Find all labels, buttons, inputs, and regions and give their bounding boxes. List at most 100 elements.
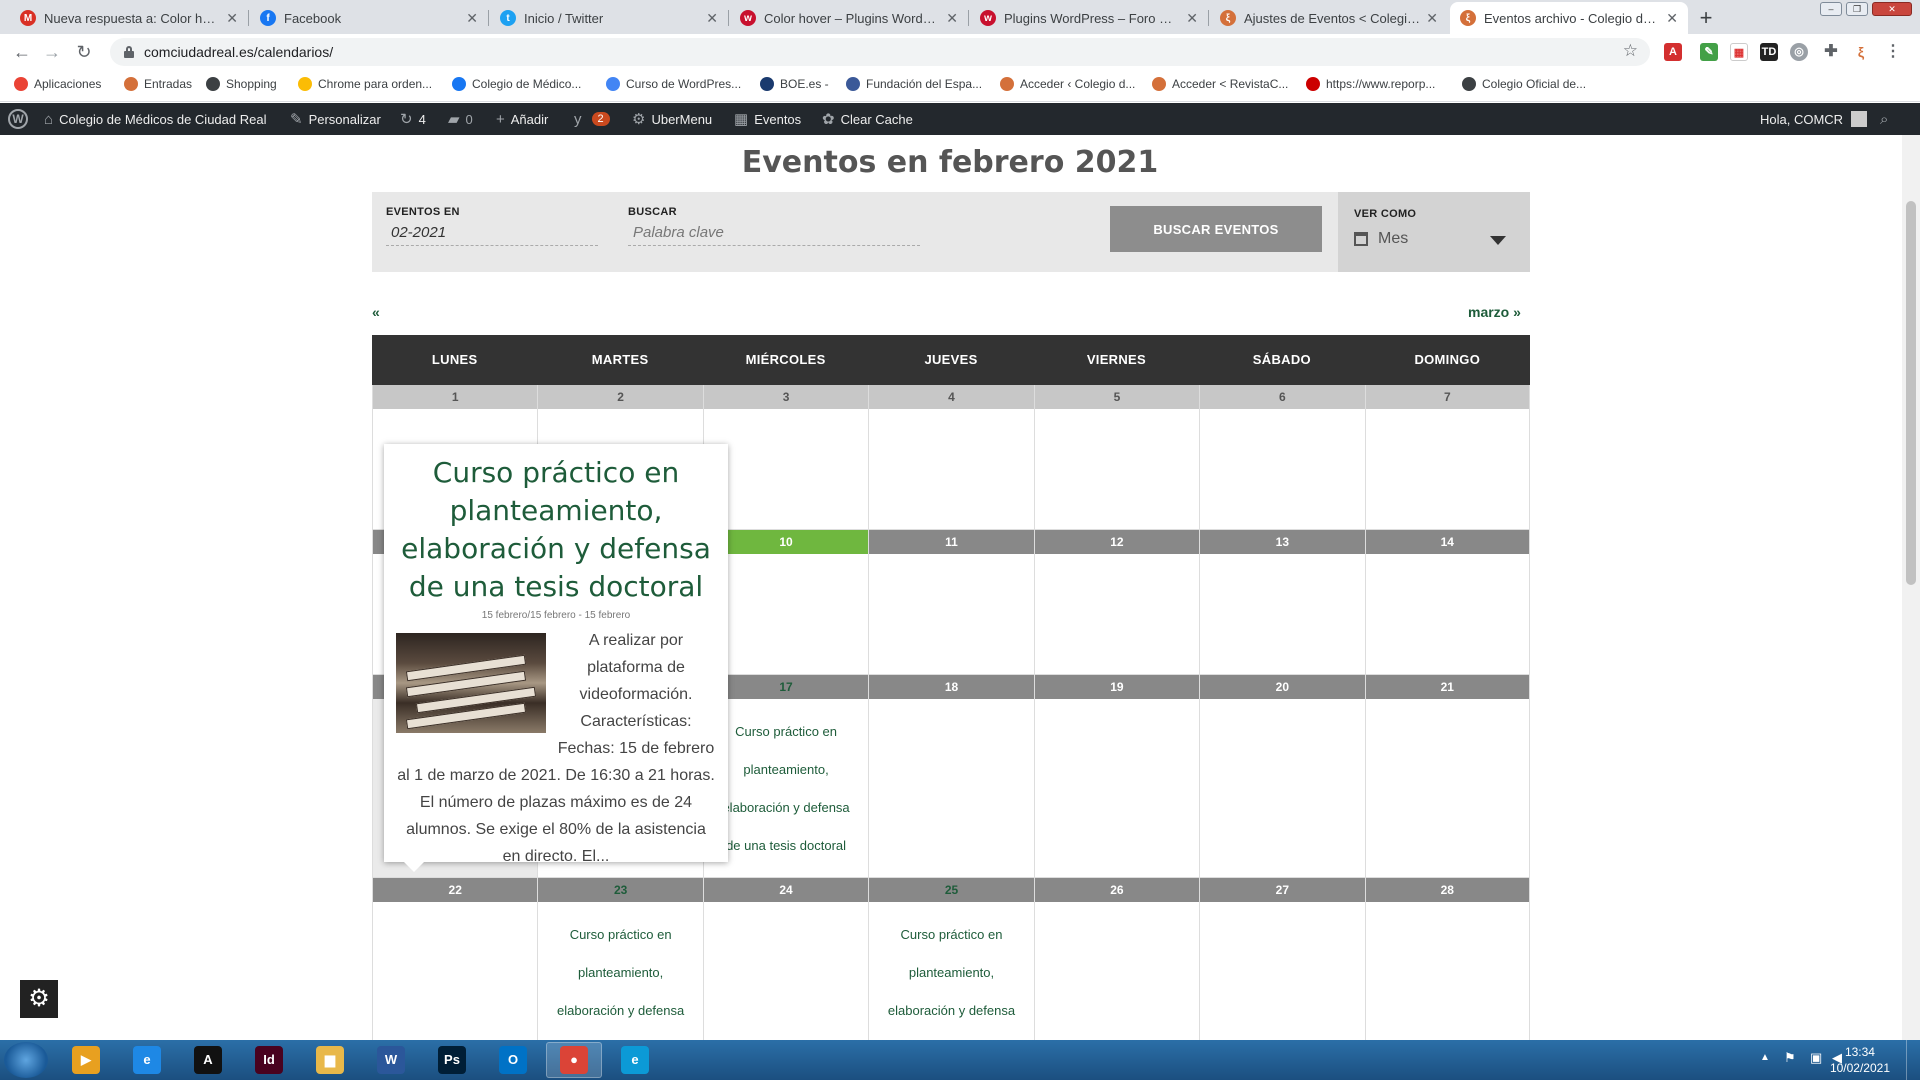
calendar-day[interactable]: 21 xyxy=(1364,675,1530,878)
browser-tab[interactable]: M Nueva respuesta a: Color hover - ✕ xyxy=(10,2,248,34)
flag-icon[interactable]: ⚑ xyxy=(1784,1050,1796,1066)
taskbar-app[interactable]: Ps xyxy=(424,1042,480,1078)
profile-extension-icon[interactable]: ξ xyxy=(1852,43,1870,61)
acrobat-extension-icon[interactable]: A xyxy=(1664,43,1682,61)
close-tab-icon[interactable]: ✕ xyxy=(226,10,238,27)
calendar-day[interactable]: 12 xyxy=(1033,530,1200,675)
wp-menu[interactable]: W xyxy=(8,103,28,135)
bookmark-item[interactable]: https://www.reporp... xyxy=(1306,77,1435,91)
bookmark-item[interactable]: Chrome para orden... xyxy=(298,77,432,91)
scroll-thumb[interactable] xyxy=(1906,201,1916,585)
taskbar-app[interactable]: e xyxy=(119,1042,175,1078)
event-link[interactable]: Curso práctico en planteamiento, elabora… xyxy=(704,699,868,879)
bookmark-item[interactable]: Acceder < RevistaC... xyxy=(1152,77,1288,91)
pen-extension-icon[interactable]: ✎ xyxy=(1700,43,1718,61)
wp-comments[interactable]: ▰ 0 xyxy=(448,103,473,135)
keyword-search-input[interactable] xyxy=(628,220,920,246)
calendar-day[interactable]: 24 xyxy=(702,878,869,1040)
event-link[interactable]: Curso práctico en planteamiento, elabora… xyxy=(869,902,1033,1040)
calendar-day[interactable]: 4 xyxy=(868,385,1034,530)
calendar-day[interactable]: 23 Curso práctico en planteamiento, elabo… xyxy=(537,878,703,1040)
network-icon[interactable]: ▣ xyxy=(1810,1050,1822,1066)
wp-yoast[interactable]: y2 xyxy=(574,103,610,135)
browser-tab[interactable]: w Plugins WordPress – Foro Weber ✕ xyxy=(970,2,1208,34)
new-tab-button[interactable]: + xyxy=(1692,4,1720,32)
calendar-day[interactable]: 5 xyxy=(1033,385,1200,530)
taskbar-app[interactable]: W xyxy=(363,1042,419,1078)
bookmark-item[interactable]: Curso de WordPres... xyxy=(606,77,741,91)
calendar-day[interactable]: 18 xyxy=(868,675,1034,878)
calendar-day[interactable]: 7 xyxy=(1364,385,1530,530)
taskbar-app[interactable]: A xyxy=(180,1042,236,1078)
taskbar-app[interactable]: ▶ xyxy=(58,1042,114,1078)
circle-extension-icon[interactable]: ◎ xyxy=(1790,43,1808,61)
calendar-day[interactable]: 25 Curso práctico en planteamiento, elabo… xyxy=(868,878,1034,1040)
wp-account[interactable]: Hola, COMCR xyxy=(1760,103,1868,135)
close-window-button[interactable]: ✕ xyxy=(1872,2,1912,16)
search-events-button[interactable]: BUSCAR EVENTOS xyxy=(1110,206,1322,252)
calendar-day[interactable]: 27 xyxy=(1199,878,1365,1040)
menu-dots-icon[interactable]: ⋮ xyxy=(1884,43,1902,61)
close-tab-icon[interactable]: ✕ xyxy=(466,10,478,27)
wp-customize[interactable]: ✎ Personalizar xyxy=(290,103,381,135)
wp-clear-cache[interactable]: ✿ Clear Cache xyxy=(822,103,913,135)
bookmark-item[interactable]: Colegio de Médico... xyxy=(452,77,581,91)
wp-search[interactable]: ⌕ xyxy=(1880,103,1894,135)
bookmark-star-icon[interactable]: ☆ xyxy=(1623,41,1638,61)
calendar-day[interactable]: 19 xyxy=(1033,675,1200,878)
next-month-link[interactable]: marzo » xyxy=(1468,304,1521,320)
bookmark-item[interactable]: Entradas xyxy=(124,77,192,91)
calendar-day[interactable]: 20 xyxy=(1199,675,1365,878)
browser-tab[interactable]: ξ Ajustes de Eventos < Colegio de ✕ xyxy=(1210,2,1448,34)
address-bar[interactable]: comciudadreal.es/calendarios/ ☆ xyxy=(110,38,1650,66)
taskbar-app[interactable]: O xyxy=(485,1042,541,1078)
close-tab-icon[interactable]: ✕ xyxy=(1666,10,1678,27)
maximize-button[interactable]: ❐ xyxy=(1846,2,1868,16)
taskbar-app[interactable]: e xyxy=(607,1042,663,1078)
wp-site-name[interactable]: ⌂ Colegio de Médicos de Ciudad Real xyxy=(44,103,266,135)
close-tab-icon[interactable]: ✕ xyxy=(1186,10,1198,27)
taskbar-app[interactable]: Id xyxy=(241,1042,297,1078)
wp-ubermenu[interactable]: ⚙ UberMenu xyxy=(632,103,712,135)
view-as-select[interactable]: VER COMO Mes xyxy=(1338,192,1530,272)
event-link[interactable]: Curso práctico en planteamiento, elabora… xyxy=(538,902,702,1040)
prev-month-link[interactable]: « xyxy=(372,304,380,320)
close-tab-icon[interactable]: ✕ xyxy=(1426,10,1438,27)
date-input[interactable] xyxy=(386,220,598,246)
bookmark-item[interactable]: Colegio Oficial de... xyxy=(1462,77,1586,91)
calendar-extension-icon[interactable]: ▦ xyxy=(1730,43,1748,61)
browser-tab[interactable]: t Inicio / Twitter ✕ xyxy=(490,2,728,34)
back-button[interactable]: ← xyxy=(10,40,34,64)
browser-tab[interactable]: ξ Eventos archivo - Colegio de Mé ✕ xyxy=(1450,2,1688,34)
bookmark-item[interactable]: BOE.es - xyxy=(760,77,829,91)
close-tab-icon[interactable]: ✕ xyxy=(706,10,718,27)
wp-events[interactable]: ▦ Eventos xyxy=(734,103,801,135)
taskbar-app[interactable]: ▆ xyxy=(302,1042,358,1078)
calendar-day[interactable]: 13 xyxy=(1199,530,1365,675)
tray-expand-icon[interactable]: ▲ xyxy=(1760,1052,1770,1063)
browser-tab[interactable]: f Facebook ✕ xyxy=(250,2,488,34)
clock[interactable]: 13:34 10/02/2021 xyxy=(1830,1044,1890,1076)
tooltip-title[interactable]: Curso práctico en planteamiento, elabora… xyxy=(396,454,716,606)
extensions-puzzle-icon[interactable]: ✚ xyxy=(1822,43,1840,61)
start-button[interactable] xyxy=(4,1042,48,1078)
apps-shortcut[interactable]: Aplicaciones xyxy=(14,77,101,91)
forward-button[interactable]: → xyxy=(40,40,64,64)
minimize-button[interactable]: – xyxy=(1820,2,1842,16)
bookmark-item[interactable]: Fundación del Espa... xyxy=(846,77,982,91)
show-desktop-button[interactable] xyxy=(1906,1040,1920,1080)
bookmark-item[interactable]: Shopping xyxy=(206,77,277,91)
calendar-day[interactable]: 6 xyxy=(1199,385,1365,530)
calendar-day[interactable]: 22 xyxy=(372,878,538,1040)
bookmark-item[interactable]: Acceder ‹ Colegio d... xyxy=(1000,77,1135,91)
taskbar-app[interactable]: ● xyxy=(546,1042,602,1078)
calendar-day[interactable]: 26 xyxy=(1033,878,1200,1040)
settings-gear-button[interactable]: ⚙ xyxy=(20,980,58,1018)
calendar-day[interactable]: 28 xyxy=(1364,878,1530,1040)
wp-updates[interactable]: ↻ 4 xyxy=(400,103,426,135)
calendar-day[interactable]: 14 xyxy=(1364,530,1530,675)
page-scrollbar[interactable] xyxy=(1902,135,1920,1040)
wp-new[interactable]: + Añadir xyxy=(496,103,548,135)
browser-tab[interactable]: w Color hover – Plugins WordPress ✕ xyxy=(730,2,968,34)
td-extension-icon[interactable]: TD xyxy=(1760,43,1778,61)
